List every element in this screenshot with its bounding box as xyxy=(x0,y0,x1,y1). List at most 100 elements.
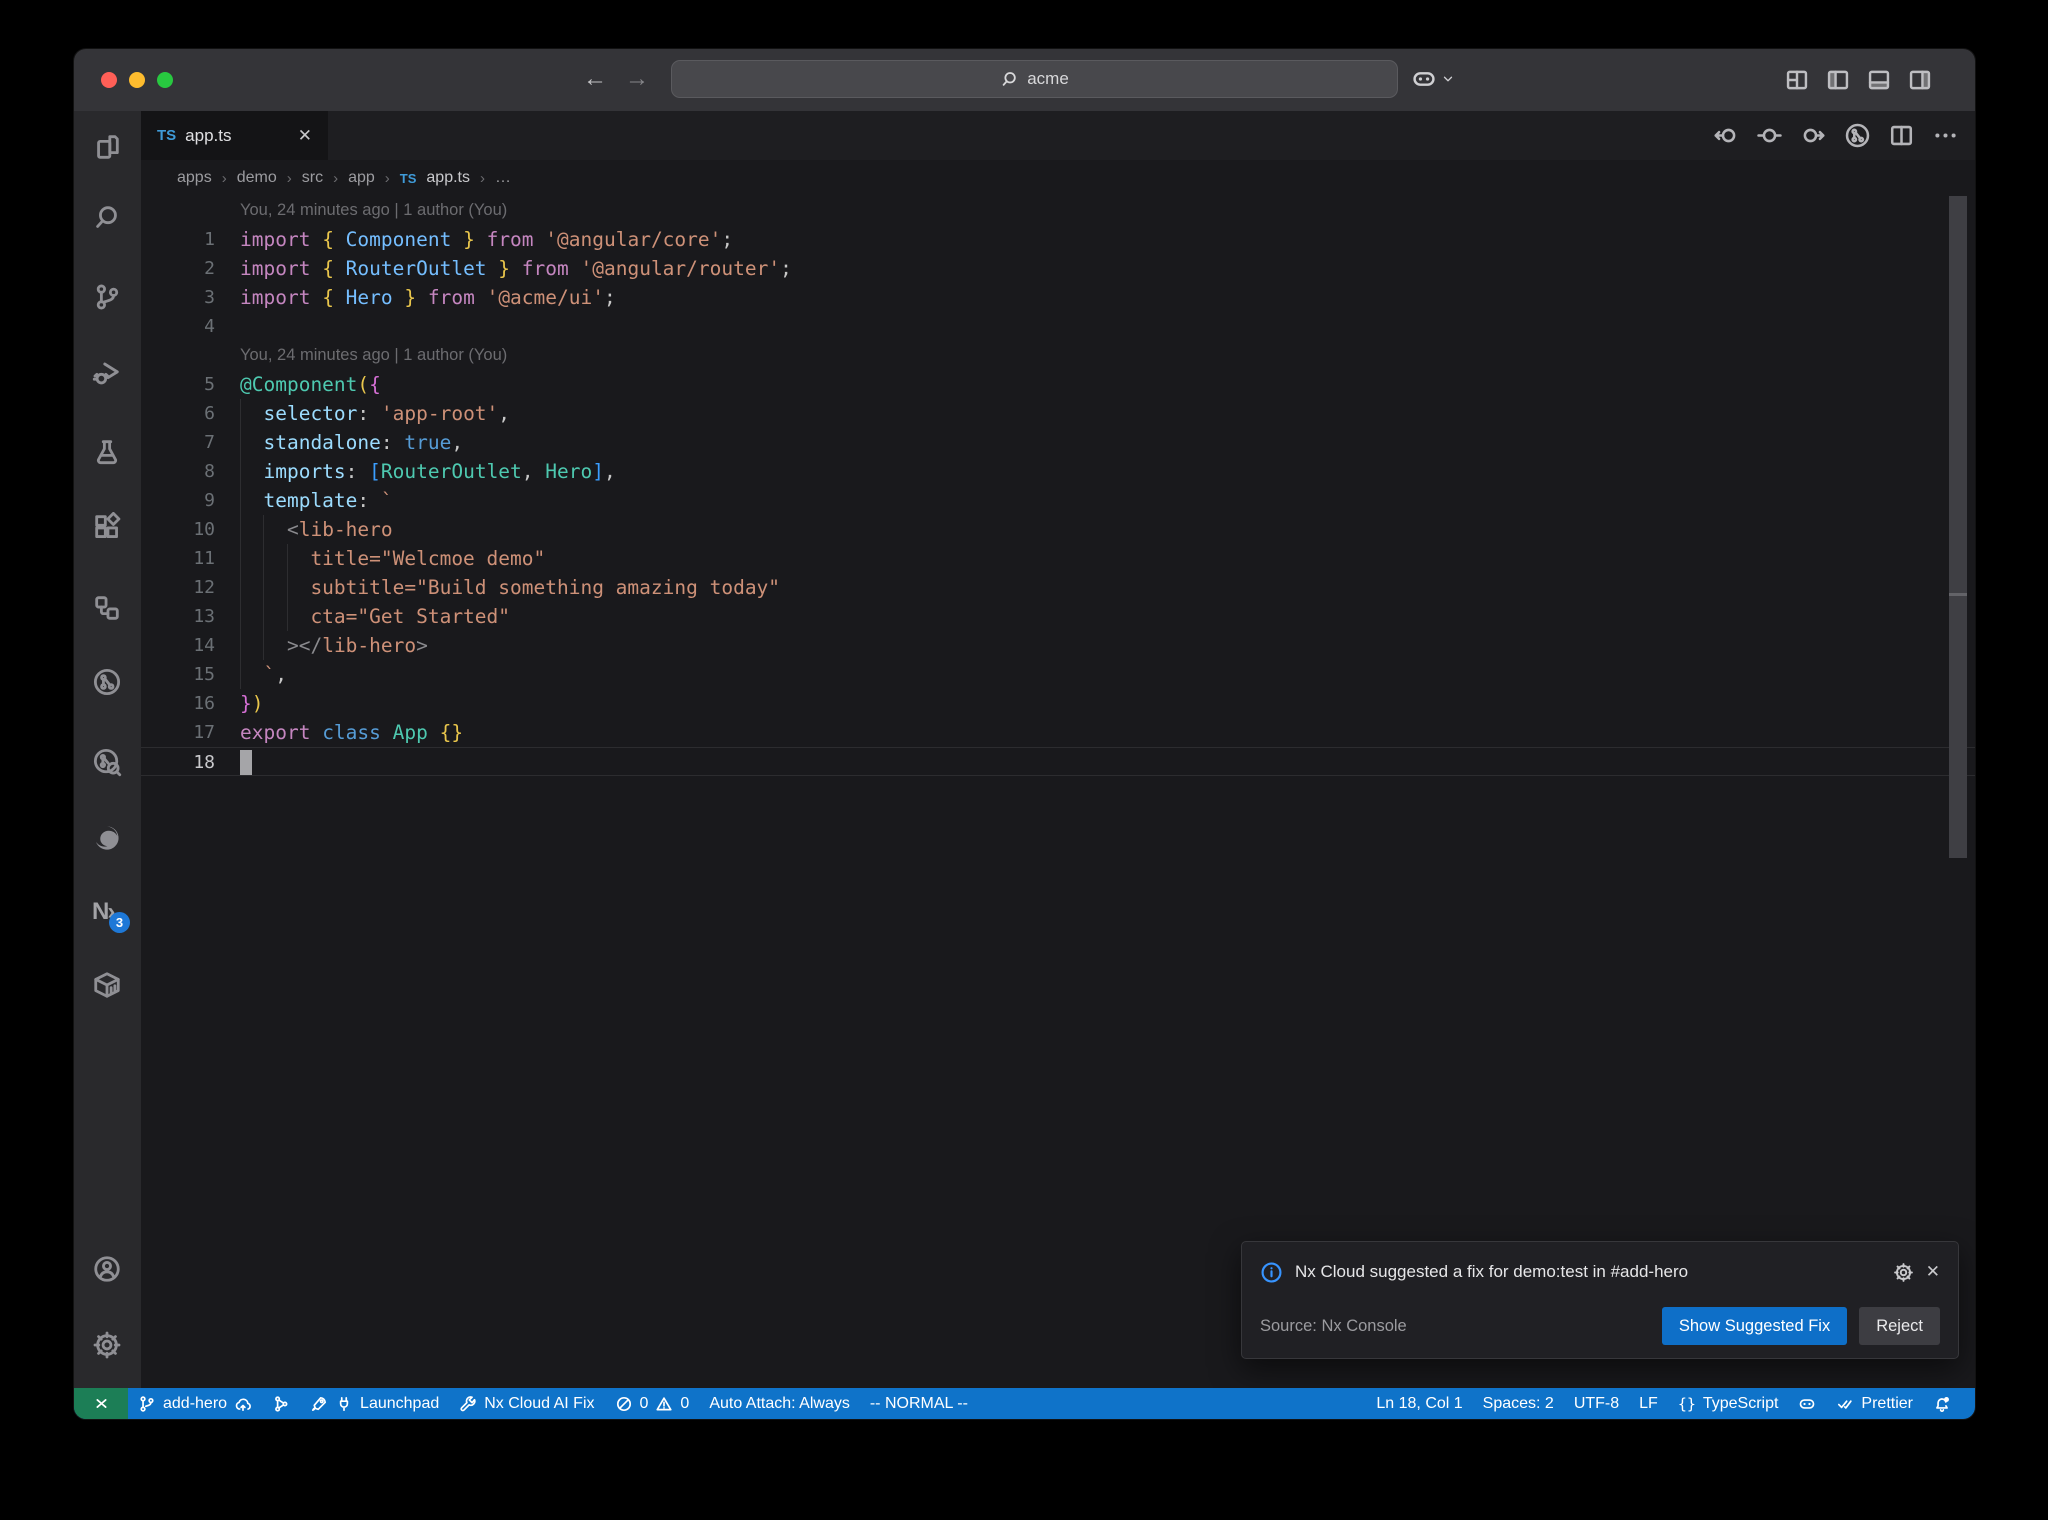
code-token: class xyxy=(322,721,393,744)
statusbar-language-mode[interactable]: {} TypeScript xyxy=(1668,1395,1789,1413)
notification-settings-gear-icon[interactable] xyxy=(1893,1262,1914,1283)
statusbar-auto-attach[interactable]: Auto Attach: Always xyxy=(699,1395,860,1413)
notification-close-icon[interactable]: ✕ xyxy=(1926,1262,1940,1282)
code-line-10[interactable]: 10 <lib-hero xyxy=(141,515,1975,544)
breadcrumb-item-app[interactable]: app xyxy=(348,169,375,187)
line-number: 17 xyxy=(193,722,215,743)
statusbar-cursor-position[interactable]: Ln 18, Col 1 xyxy=(1366,1395,1472,1413)
toggle-panel-bottom-icon[interactable] xyxy=(1866,67,1892,93)
minimize-window-button[interactable] xyxy=(129,72,145,88)
code-text: title="Welcmoe demo" xyxy=(240,544,545,573)
statusbar-encoding[interactable]: UTF-8 xyxy=(1564,1395,1629,1413)
code-line-11[interactable]: 11 title="Welcmoe demo" xyxy=(141,544,1975,573)
statusbar-problems[interactable]: 00 xyxy=(605,1395,700,1413)
status-bar-left: add-hero Launchpad Nx Cloud AI Fix 0 0 Auto A… xyxy=(74,1388,978,1419)
activity-account-icon[interactable] xyxy=(92,1254,122,1284)
statusbar-formatter-prettier[interactable]: Prettier xyxy=(1826,1395,1923,1413)
activity-search-icon[interactable] xyxy=(92,203,122,233)
statusbar-indentation[interactable]: Spaces: 2 xyxy=(1473,1395,1564,1413)
breadcrumb-overflow[interactable]: … xyxy=(495,169,511,187)
activity-source-control-icon[interactable] xyxy=(92,282,122,312)
nav-back-icon[interactable] xyxy=(1712,122,1739,149)
code-token: < xyxy=(286,518,299,541)
activity-settings-icon[interactable] xyxy=(92,1330,122,1360)
breadcrumb-item-demo[interactable]: demo xyxy=(237,169,277,187)
code-line-9[interactable]: 9 template: ` xyxy=(141,486,1975,515)
code-line-8[interactable]: 8 imports: [RouterOutlet, Hero], xyxy=(141,457,1975,486)
statusbar-nx-cloud-ai-fix[interactable]: Nx Cloud AI Fix xyxy=(449,1395,604,1413)
statusbar-notifications-bell[interactable] xyxy=(1923,1395,1961,1413)
code-line-5[interactable]: 5 @Component({ xyxy=(141,370,1975,399)
code-line-12[interactable]: 12 subtitle="Build something amazing tod… xyxy=(141,573,1975,602)
code-token: from xyxy=(486,228,546,251)
tab-app-ts[interactable]: TS app.ts ✕ xyxy=(141,111,328,160)
code-text: standalone: true, xyxy=(240,428,463,457)
activity-run-debug-icon[interactable] xyxy=(92,358,122,388)
scrollbar-thumb[interactable] xyxy=(1949,196,1967,858)
navigate-forward-arrow[interactable]: → xyxy=(622,64,652,94)
breadcrumb-file[interactable]: app.ts xyxy=(426,169,470,187)
code-line-6[interactable]: 6 selector: 'app-root', xyxy=(141,399,1975,428)
code-line-16[interactable]: 16}) xyxy=(141,689,1975,718)
remote-indicator[interactable] xyxy=(74,1388,128,1419)
statusbar-git-branch[interactable]: add-hero xyxy=(128,1395,262,1413)
code-token: Hero xyxy=(345,286,393,309)
code-line-7[interactable]: 7 standalone: true, xyxy=(141,428,1975,457)
vertical-scrollbar[interactable] xyxy=(1949,196,1967,1388)
close-window-button[interactable] xyxy=(101,72,117,88)
statusbar-copilot-status[interactable] xyxy=(1788,1395,1826,1413)
activity-extensions-icon[interactable] xyxy=(92,511,122,542)
breadcrumb-item-src[interactable]: src xyxy=(302,169,323,187)
reject-button[interactable]: Reject xyxy=(1859,1307,1940,1345)
activity-package-icon[interactable] xyxy=(92,970,122,1000)
code-text: }) xyxy=(240,689,264,718)
customize-layout-icon[interactable] xyxy=(1784,67,1810,93)
line-number: 7 xyxy=(204,432,215,453)
code-line-3[interactable]: 3 import { Hero } from '@acme/ui'; xyxy=(141,283,1975,312)
code-line-18[interactable]: 18 xyxy=(141,747,1975,776)
code-line-17[interactable]: 17 export class App {} xyxy=(141,718,1975,747)
statusbar-git-graph[interactable] xyxy=(262,1395,300,1413)
nav-forward-icon[interactable] xyxy=(1800,122,1827,149)
code-line-15[interactable]: 15 `, xyxy=(141,660,1975,689)
statusbar-text: add-hero xyxy=(163,1394,228,1412)
more-actions-icon[interactable] xyxy=(1932,122,1959,149)
zoom-window-button[interactable] xyxy=(157,72,173,88)
toggle-panel-left-icon[interactable] xyxy=(1825,67,1851,93)
activity-testing-icon[interactable] xyxy=(92,437,122,467)
code-token: , xyxy=(604,460,616,483)
statusbar-vim-mode[interactable]: -- NORMAL -- xyxy=(860,1395,978,1413)
code-token: Component xyxy=(345,228,452,251)
show-suggested-fix-button[interactable]: Show Suggested Fix xyxy=(1661,1307,1848,1345)
breadcrumb-item-apps[interactable]: apps xyxy=(177,169,212,187)
code-token: ` xyxy=(380,489,393,512)
activity-explorer-icon[interactable] xyxy=(92,132,122,162)
command-center-search[interactable]: acme xyxy=(671,60,1398,98)
blame-annotation: You, 24 minutes ago | 1 author (You) xyxy=(141,341,1975,370)
code-line-2[interactable]: 2 import { RouterOutlet } from '@angular/… xyxy=(141,254,1975,283)
activity-nx-console-icon[interactable] xyxy=(92,667,122,697)
code-line-14[interactable]: 14 ></lib-hero> xyxy=(141,631,1975,660)
statusbar-text: TypeScript xyxy=(1702,1394,1779,1412)
activity-edge-browser-icon[interactable] xyxy=(92,823,122,853)
statusbar-launchpad[interactable]: Launchpad xyxy=(300,1395,449,1413)
statusbar-eol[interactable]: LF xyxy=(1629,1395,1668,1413)
code-line-4[interactable]: 4 xyxy=(141,312,1975,341)
activity-nx-project-graph-icon[interactable] xyxy=(92,747,122,777)
layout-controls xyxy=(1784,67,1933,93)
code-editor[interactable]: You, 24 minutes ago | 1 author (You) 1 imp… xyxy=(141,196,1975,1388)
split-editor-icon[interactable] xyxy=(1888,122,1915,149)
tab-close-icon[interactable]: ✕ xyxy=(298,126,312,146)
code-line-1[interactable]: 1 import { Component } from '@angular/cor… xyxy=(141,225,1975,254)
activity-references-icon[interactable] xyxy=(92,593,122,623)
code-token: RouterOutlet xyxy=(380,460,522,483)
line-number: 8 xyxy=(204,461,215,482)
nx-run-target-icon[interactable] xyxy=(1844,122,1871,149)
nav-current-icon[interactable] xyxy=(1756,122,1783,149)
code-token: , xyxy=(451,431,464,454)
activity-nx-icon[interactable]: N› 3 xyxy=(92,897,130,933)
toggle-panel-right-icon[interactable] xyxy=(1907,67,1933,93)
code-line-13[interactable]: 13 cta="Get Started" xyxy=(141,602,1975,631)
navigate-back-arrow[interactable]: ← xyxy=(580,64,610,94)
copilot-menu[interactable] xyxy=(1411,66,1455,92)
